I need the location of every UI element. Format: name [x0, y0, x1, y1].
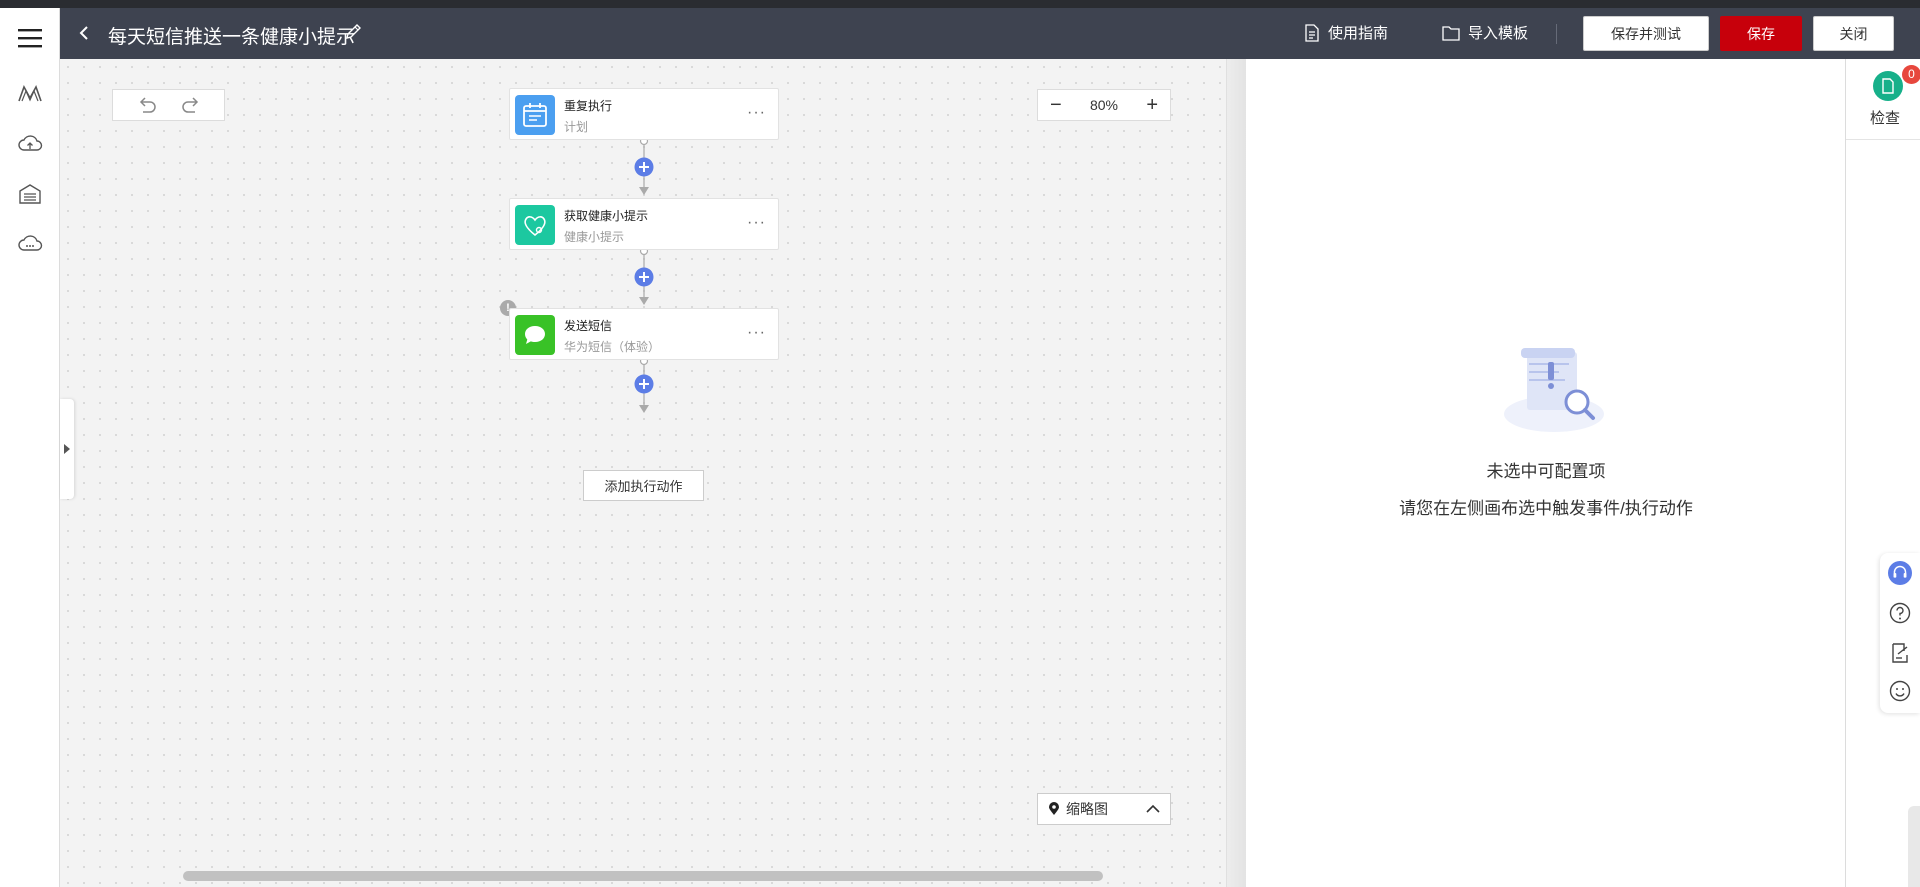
node-subtitle: 健康小提示 — [564, 230, 625, 244]
floating-help-tools — [1880, 553, 1920, 713]
redo-icon[interactable] — [179, 93, 203, 117]
guide-link[interactable]: 使用指南 — [1304, 22, 1388, 43]
minimap-label: 缩略图 — [1066, 801, 1108, 817]
divider — [1846, 139, 1920, 140]
panel-splitter[interactable] — [1226, 59, 1246, 887]
more-options-icon[interactable]: ··· — [747, 214, 766, 232]
feedback-icon[interactable] — [1888, 641, 1912, 665]
calendar-icon — [515, 95, 555, 135]
zoom-level: 80% — [1089, 97, 1119, 113]
node-title: 获取健康小提示 — [564, 209, 649, 223]
check-button[interactable]: 0 检查 — [1868, 65, 1920, 131]
back-icon[interactable] — [74, 22, 94, 44]
header-divider — [1556, 24, 1557, 44]
vertical-scrollbar[interactable] — [1908, 806, 1920, 887]
check-label: 检查 — [1870, 110, 1901, 127]
flow-title: 每天短信推送一条健康小提示 — [108, 27, 356, 48]
more-options-icon[interactable]: ··· — [747, 104, 766, 122]
undo-redo-toolbar — [112, 89, 225, 121]
document-icon — [1305, 23, 1319, 42]
flow-node-send-sms[interactable]: 发送短信 华为短信（体验） ··· — [509, 308, 779, 360]
config-panel: 未选中可配置项 请您在左侧画布选中触发事件/执行动作 — [1246, 59, 1846, 887]
empty-state-illustration — [1504, 348, 1604, 432]
cloud-icon[interactable] — [14, 228, 46, 260]
minimap-toggle[interactable]: 缩略图 — [1037, 793, 1171, 825]
scrollbar-thumb[interactable] — [183, 871, 1103, 881]
add-step-icon[interactable] — [634, 267, 654, 287]
more-options-icon[interactable]: ··· — [747, 324, 766, 342]
edit-title-icon[interactable] — [344, 23, 364, 43]
import-template-link[interactable]: 导入模板 — [1442, 22, 1528, 43]
empty-state-description: 请您在左侧画布选中触发事件/执行动作 — [1399, 499, 1693, 518]
node-subtitle: 计划 — [564, 120, 589, 134]
top-header: 每天短信推送一条健康小提示 使用指南 导入模板 保存并测试 保存 关闭 — [60, 8, 1920, 59]
cloud-upload-icon[interactable] — [14, 128, 46, 160]
add-action-button[interactable]: 添加执行动作 — [583, 470, 704, 501]
horizontal-scrollbar[interactable] — [60, 869, 1226, 881]
flow-node-schedule[interactable]: 重复执行 计划 ··· — [509, 88, 779, 140]
zoom-control: − 80% + — [1037, 89, 1171, 121]
caret-right-icon — [64, 444, 70, 454]
logo-icon[interactable] — [14, 78, 46, 110]
satisfaction-icon[interactable] — [1888, 679, 1912, 703]
add-step-icon[interactable] — [634, 157, 654, 177]
check-document-icon — [1873, 71, 1903, 101]
save-button[interactable]: 保存 — [1720, 16, 1802, 51]
right-toolbar: 0 检查 — [1846, 59, 1920, 887]
health-heart-icon — [515, 205, 555, 245]
left-sidebar — [0, 8, 60, 887]
zoom-out-button[interactable]: − — [1050, 95, 1062, 115]
node-title: 重复执行 — [564, 99, 613, 113]
check-count-badge: 0 — [1902, 65, 1920, 84]
customer-service-icon[interactable] — [1888, 561, 1912, 585]
location-pin-icon — [1049, 802, 1059, 815]
close-button[interactable]: 关闭 — [1813, 16, 1894, 51]
expand-panel-handle[interactable] — [60, 399, 74, 499]
folder-icon — [1442, 25, 1460, 41]
node-title: 发送短信 — [564, 319, 613, 333]
empty-state-title: 未选中可配置项 — [1486, 462, 1606, 481]
import-label: 导入模板 — [1468, 25, 1529, 42]
help-icon[interactable] — [1888, 601, 1912, 625]
menu-icon[interactable] — [14, 22, 46, 54]
save-and-test-button[interactable]: 保存并测试 — [1583, 16, 1709, 51]
zoom-in-button[interactable]: + — [1146, 95, 1158, 115]
node-subtitle: 华为短信（体验） — [564, 340, 661, 354]
undo-icon[interactable] — [135, 93, 159, 117]
message-icon — [515, 315, 555, 355]
add-step-icon[interactable] — [634, 374, 654, 394]
top-strip — [0, 0, 1920, 8]
chevron-up-icon — [1146, 804, 1160, 813]
flow-canvas[interactable]: − 80% + 重复执行 计划 ··· 获取健康小提示 健康小提示 ··· ! … — [60, 59, 1226, 887]
flow-node-health-tip[interactable]: 获取健康小提示 健康小提示 ··· — [509, 198, 779, 250]
guide-label: 使用指南 — [1328, 25, 1389, 42]
warehouse-icon[interactable] — [14, 178, 46, 210]
